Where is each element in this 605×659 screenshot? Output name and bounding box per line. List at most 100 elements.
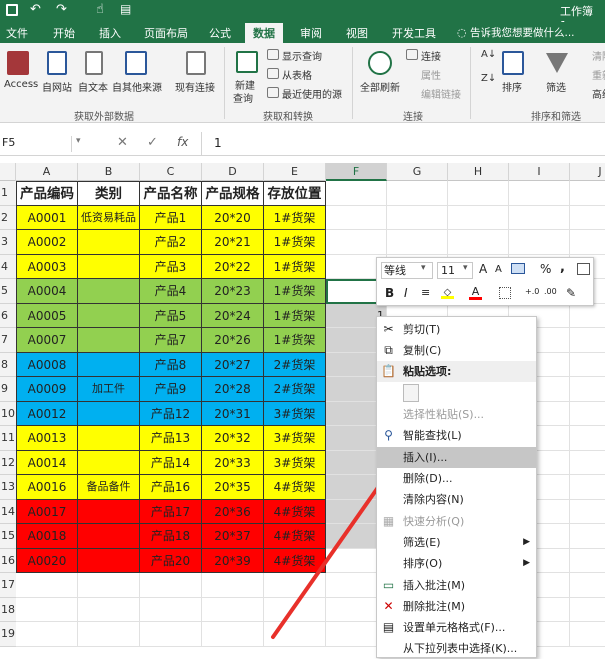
table-cell[interactable]: A0013 — [16, 426, 78, 451]
empty-cell[interactable] — [570, 402, 605, 426]
table-cell[interactable]: A0012 — [16, 401, 78, 426]
size-dropdown-icon[interactable]: ▾ — [463, 263, 468, 273]
table-cell[interactable]: 产品18 — [140, 524, 202, 549]
sort-button[interactable]: 排序 — [502, 79, 522, 94]
empty-cell[interactable] — [570, 475, 605, 500]
table-cell[interactable]: 产品16 — [140, 475, 202, 500]
empty-cell[interactable] — [326, 205, 387, 230]
cancel-icon[interactable]: ✕ — [117, 135, 128, 150]
from-table-button[interactable]: 从表格 — [282, 67, 312, 82]
table-cell[interactable] — [78, 254, 140, 279]
table-cell[interactable]: 备品备件 — [78, 475, 140, 500]
menu-item-format-cells[interactable]: ▤ 设置单元格格式(F)... — [377, 617, 536, 638]
enter-icon[interactable]: ✓ — [147, 135, 158, 150]
increase-decimal-icon[interactable]: +.0 — [525, 287, 539, 296]
tab-review[interactable]: 审阅 — [300, 25, 322, 41]
table-cell[interactable]: 产品9 — [140, 377, 202, 402]
empty-cell[interactable] — [570, 230, 605, 255]
show-queries-button[interactable]: 显示查询 — [282, 48, 322, 63]
empty-cell[interactable] — [264, 573, 326, 598]
table-cell[interactable]: 产品12 — [140, 401, 202, 426]
empty-cell[interactable] — [570, 622, 605, 647]
formula-input[interactable]: 1 — [214, 136, 222, 150]
empty-cell[interactable] — [448, 205, 509, 230]
table-cell[interactable]: 20*39 — [202, 548, 264, 573]
table-cell[interactable]: 产品7 — [140, 328, 202, 353]
empty-cell[interactable] — [387, 181, 448, 206]
table-cell[interactable]: 产品规格 — [202, 181, 264, 206]
edit-links-button[interactable]: 编辑链接 — [421, 86, 461, 101]
clear-filter-button[interactable]: 清除 — [592, 48, 605, 63]
name-box-dropdown-icon[interactable]: ▾ — [76, 136, 81, 146]
empty-cell[interactable] — [326, 230, 387, 255]
table-cell[interactable]: 20*20 — [202, 205, 264, 230]
tab-data[interactable]: 数据 — [245, 23, 283, 43]
tab-formulas[interactable]: 公式 — [209, 25, 231, 41]
table-cell[interactable] — [78, 524, 140, 549]
save-icon[interactable] — [6, 4, 18, 16]
menu-item-clear-contents[interactable]: 清除内容(N) — [377, 489, 536, 510]
redo-icon[interactable]: ↷ — [56, 2, 67, 17]
empty-cell[interactable] — [509, 181, 570, 206]
recent-sources-button[interactable]: 最近使用的源 — [282, 86, 342, 101]
menu-item-delete[interactable]: 删除(D)... — [377, 468, 536, 489]
table-cell[interactable]: 20*26 — [202, 328, 264, 353]
tab-view[interactable]: 视图 — [346, 25, 368, 41]
empty-cell[interactable] — [387, 205, 448, 230]
table-cell[interactable] — [78, 499, 140, 524]
empty-cell[interactable] — [264, 622, 326, 647]
empty-cell[interactable] — [78, 622, 140, 647]
empty-cell[interactable] — [140, 622, 202, 647]
row-header[interactable]: 17 — [0, 573, 16, 598]
table-cell[interactable]: A0009 — [16, 377, 78, 402]
new-query-icon[interactable] — [236, 51, 258, 73]
table-cell[interactable]: 1#货架 — [264, 230, 326, 255]
row-header[interactable]: 15 — [0, 524, 16, 549]
table-cell[interactable]: 20*35 — [202, 475, 264, 500]
empty-cell[interactable] — [78, 597, 140, 622]
insert-function-icon[interactable]: fx — [177, 135, 188, 149]
format-table-icon[interactable] — [577, 263, 590, 275]
table-cell[interactable]: 3#货架 — [264, 450, 326, 475]
table-cell[interactable]: 1#货架 — [264, 303, 326, 328]
table-cell[interactable]: 20*21 — [202, 230, 264, 255]
row-header[interactable]: 16 — [0, 548, 16, 573]
table-cell[interactable]: A0003 — [16, 254, 78, 279]
table-cell[interactable]: 产品编码 — [16, 181, 78, 206]
table-cell[interactable]: A0001 — [16, 205, 78, 230]
table-cell[interactable] — [78, 230, 140, 255]
tab-file[interactable]: 文件 — [6, 25, 28, 41]
row-header[interactable]: 3 — [0, 230, 16, 255]
column-header-h[interactable]: H — [448, 163, 509, 181]
increase-font-icon[interactable]: A — [479, 262, 487, 276]
table-cell[interactable]: 1#货架 — [264, 254, 326, 279]
refresh-all-icon[interactable] — [368, 51, 392, 75]
other-sources-button[interactable]: 自其他来源 — [112, 79, 162, 94]
column-header-b[interactable]: B — [78, 163, 140, 181]
undo-icon[interactable]: ↶ — [30, 2, 41, 17]
web-icon[interactable] — [47, 51, 67, 75]
table-cell[interactable]: 产品14 — [140, 450, 202, 475]
menu-item-copy[interactable]: ⧉ 复制(C) — [377, 340, 536, 361]
empty-cell[interactable] — [16, 573, 78, 598]
table-cell[interactable] — [78, 548, 140, 573]
touch-icon[interactable]: ☝ — [96, 2, 104, 17]
name-box[interactable]: F5 — [0, 136, 72, 152]
row-header[interactable]: 9 — [0, 377, 16, 402]
row-header[interactable]: 19 — [0, 622, 16, 647]
text-file-icon[interactable] — [85, 51, 103, 75]
empty-cell[interactable] — [570, 451, 605, 475]
print-icon[interactable]: ▤ — [120, 2, 131, 16]
comma-button[interactable]: , — [560, 260, 565, 275]
refresh-all-button[interactable]: 全部刷新 — [360, 79, 400, 94]
empty-cell[interactable] — [570, 353, 605, 377]
table-cell[interactable]: A0007 — [16, 328, 78, 353]
table-cell[interactable]: 4#货架 — [264, 499, 326, 524]
font-dropdown-icon[interactable]: ▾ — [421, 263, 426, 273]
other-sources-icon[interactable] — [125, 51, 147, 75]
empty-cell[interactable] — [570, 206, 605, 230]
column-header-a[interactable]: A — [16, 163, 78, 181]
table-cell[interactable]: 产品20 — [140, 548, 202, 573]
column-header-g[interactable]: G — [387, 163, 448, 181]
empty-cell[interactable] — [202, 573, 264, 598]
